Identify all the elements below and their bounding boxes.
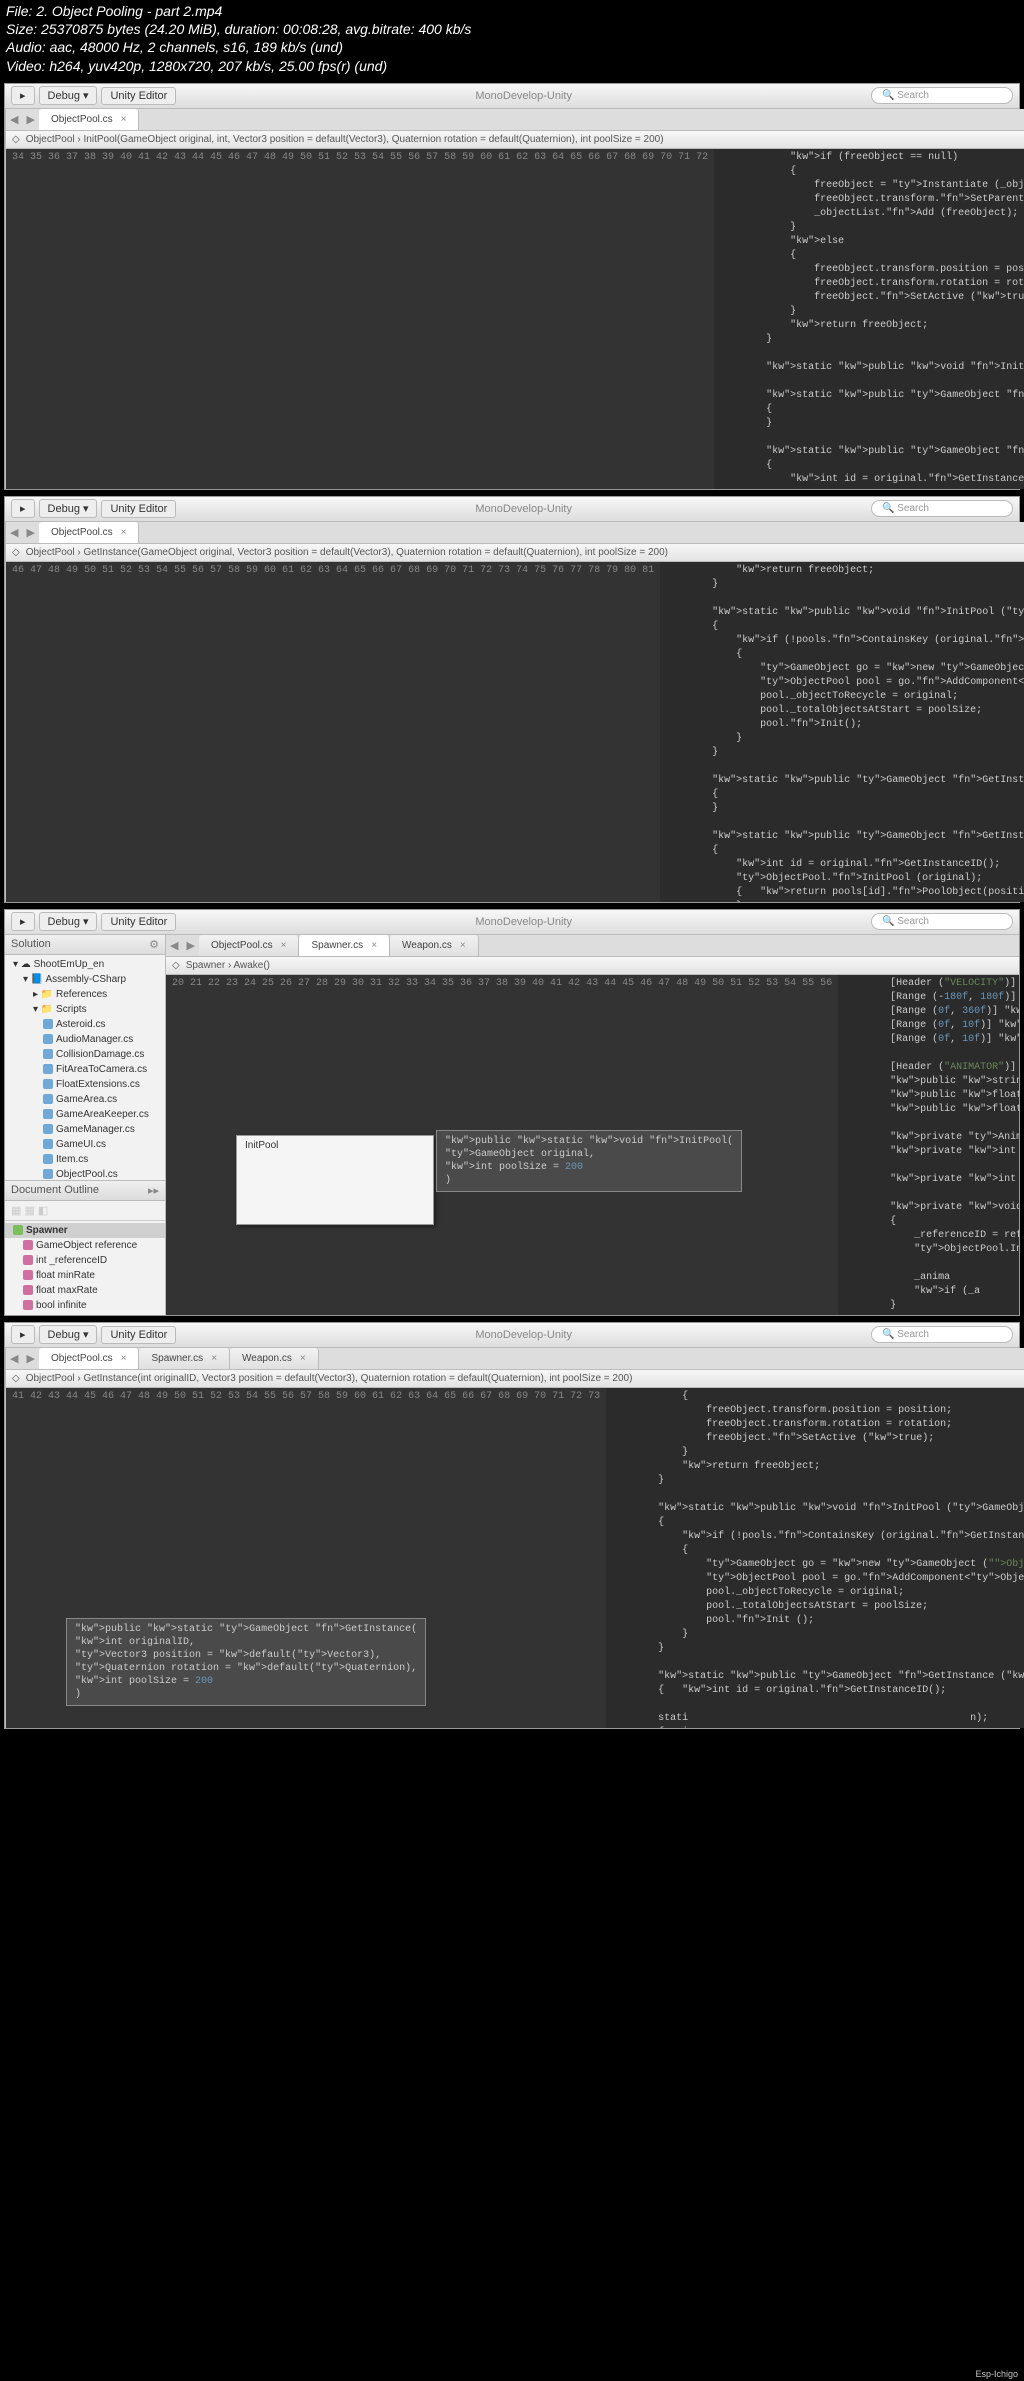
solution-node[interactable]: ▾ ☁ ShootEmUp_en	[5, 957, 165, 972]
editor-tab[interactable]: Weapon.cs×	[390, 935, 479, 956]
search-input[interactable]: 🔍 Search	[871, 87, 1013, 104]
file-item[interactable]: GameAreaKeeper.cs	[5, 1107, 165, 1122]
search-input[interactable]: 🔍 Search	[871, 500, 1013, 517]
editor-tabs: ◀▶ ObjectPool.cs×	[6, 109, 1024, 131]
file-item[interactable]: CollisionDamage.cs	[5, 1047, 165, 1062]
file-item[interactable]: AudioManager.cs	[5, 1032, 165, 1047]
tab-objectpool[interactable]: ObjectPool.cs×	[39, 109, 140, 130]
meta-file: File: 2. Object Pooling - part 2.mp4	[6, 2, 1018, 20]
run-button[interactable]: ▸	[11, 912, 35, 931]
editor-tab[interactable]: Spawner.cs×	[139, 1348, 230, 1369]
code-editor[interactable]: 46 47 48 49 50 51 52 53 54 55 56 57 58 5…	[6, 562, 1024, 902]
meta-size: Size: 25370875 bytes (24.20 MiB), durati…	[6, 20, 1018, 38]
screenshot-2: ▸ Debug ▾ Unity Editor MonoDevelop-Unity…	[4, 496, 1020, 903]
outline-member[interactable]: bool infinite	[5, 1298, 165, 1313]
target-dropdown[interactable]: Unity Editor	[101, 87, 176, 105]
breadcrumb[interactable]: ◇ Spawner › Awake()	[166, 957, 1019, 975]
config-dropdown[interactable]: Debug ▾	[39, 1325, 98, 1344]
toolbar: ▸ Debug ▾ Unity Editor MonoDevelop-Unity…	[5, 497, 1019, 522]
screenshot-4: ▸ Debug ▾ Unity Editor MonoDevelop-Unity…	[4, 1322, 1020, 1729]
toolbar: ▸ Debug ▾ Unity Editor MonoDevelop-Unity…	[5, 84, 1019, 109]
editor-tab[interactable]: Spawner.cs×	[299, 935, 390, 956]
file-item[interactable]: FloatExtensions.cs	[5, 1077, 165, 1092]
config-dropdown[interactable]: Debug ▾	[39, 912, 98, 931]
file-item[interactable]: GameManager.cs	[5, 1122, 165, 1137]
outline-member[interactable]: float maxRate	[5, 1283, 165, 1298]
outline-member[interactable]: float minRate	[5, 1268, 165, 1283]
editor-tab[interactable]: ObjectPool.cs×	[199, 935, 300, 956]
breadcrumb[interactable]: ◇ ObjectPool › GetInstance(GameObject or…	[6, 544, 1024, 562]
outline-class[interactable]: Spawner	[5, 1223, 165, 1238]
file-item[interactable]: GameUI.cs	[5, 1137, 165, 1152]
media-metadata: File: 2. Object Pooling - part 2.mp4 Siz…	[0, 0, 1024, 77]
target-dropdown[interactable]: Unity Editor	[101, 1326, 176, 1344]
tab-objectpool[interactable]: ObjectPool.cs×	[39, 522, 140, 543]
references-node[interactable]: ▸ 📁 References	[5, 987, 165, 1002]
outline-member[interactable]: int _referenceID	[5, 1253, 165, 1268]
breadcrumb[interactable]: ◇ ObjectPool › GetInstance(int originalI…	[6, 1370, 1024, 1388]
window-title: MonoDevelop-Unity	[180, 503, 867, 515]
target-dropdown[interactable]: Unity Editor	[101, 500, 176, 518]
code-editor[interactable]: 20 21 22 23 24 25 26 27 28 29 30 31 32 3…	[166, 975, 1019, 1315]
autocomplete-popup[interactable]: InitPool	[236, 1135, 434, 1225]
breadcrumb[interactable]: ◇ ObjectPool › InitPool(GameObject origi…	[6, 131, 1024, 149]
file-item[interactable]: GameArea.cs	[5, 1092, 165, 1107]
editor-tab[interactable]: Weapon.cs×	[230, 1348, 319, 1369]
screenshot-1: ▸ Debug ▾ Unity Editor MonoDevelop-Unity…	[4, 83, 1020, 490]
file-item[interactable]: Asteroid.cs	[5, 1017, 165, 1032]
target-dropdown[interactable]: Unity Editor	[101, 913, 176, 931]
file-item[interactable]: Item.cs	[5, 1152, 165, 1167]
assembly-node[interactable]: ▾ 📘 Assembly-CSharp	[5, 972, 165, 987]
run-button[interactable]: ▸	[11, 86, 35, 105]
meta-audio: Audio: aac, 48000 Hz, 2 channels, s16, 1…	[6, 38, 1018, 56]
signature-tooltip: "kw">public "kw">static "ty">GameObject …	[66, 1618, 426, 1706]
config-dropdown[interactable]: Debug ▾	[39, 86, 98, 105]
config-dropdown[interactable]: Debug ▾	[39, 499, 98, 518]
code-editor[interactable]: 34 35 36 37 38 39 40 41 42 43 44 45 46 4…	[6, 149, 1024, 489]
code-editor[interactable]: 41 42 43 44 45 46 47 48 49 50 51 52 53 5…	[6, 1388, 1024, 1728]
file-item[interactable]: FitAreaToCamera.cs	[5, 1062, 165, 1077]
search-input[interactable]: 🔍 Search	[871, 1326, 1013, 1343]
signature-tooltip: "kw">public "kw">static "kw">void "fn">I…	[436, 1130, 742, 1192]
window-title: MonoDevelop-Unity	[180, 90, 867, 102]
meta-video: Video: h264, yuv420p, 1280x720, 207 kb/s…	[6, 57, 1018, 75]
outline-member[interactable]: GameObject reference	[5, 1238, 165, 1253]
editor-tab[interactable]: ObjectPool.cs×	[39, 1348, 140, 1369]
run-button[interactable]: ▸	[11, 1325, 35, 1344]
scripts-folder[interactable]: ▾ 📁 Scripts	[5, 1002, 165, 1017]
run-button[interactable]: ▸	[11, 499, 35, 518]
file-item[interactable]: ObjectPool.cs	[5, 1167, 165, 1180]
search-input[interactable]: 🔍 Search	[871, 913, 1013, 930]
screenshot-3: ▸ Debug ▾ Unity Editor MonoDevelop-Unity…	[4, 909, 1020, 1316]
